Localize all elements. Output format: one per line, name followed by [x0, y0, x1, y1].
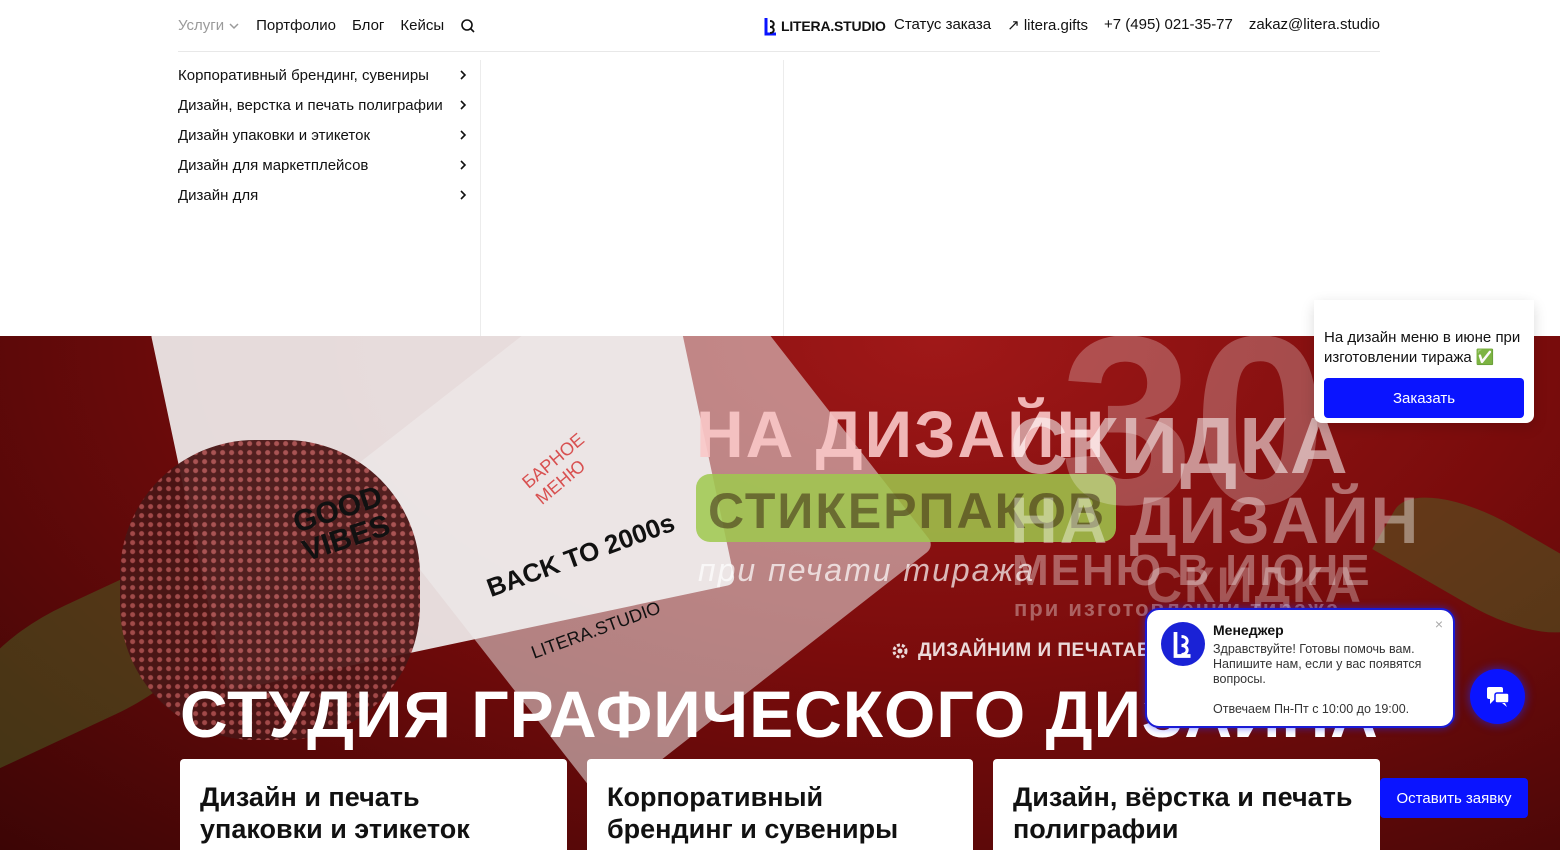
- litera-gifts-label: litera.gifts: [1023, 17, 1089, 34]
- external-link-icon: ↗: [1007, 17, 1024, 34]
- nav-cases[interactable]: Кейсы: [400, 17, 444, 34]
- chevron-down-icon: [229, 22, 239, 29]
- submenu-item-label: Дизайн для маркетплейсов: [178, 156, 369, 174]
- litera-logo-icon: [764, 18, 776, 36]
- close-icon[interactable]: ×: [1435, 616, 1443, 632]
- chat-hours: Отвечаем Пн-Пт с 10:00 до 19:00.: [1213, 702, 1410, 716]
- submenu-item-label: Дизайн для: [178, 186, 259, 204]
- submenu-item-packaging[interactable]: Дизайн упаковки и этикеток: [178, 120, 478, 150]
- services-menu-toggle[interactable]: Услуги: [178, 17, 240, 34]
- service-card-polygraphy[interactable]: Дизайн, вёрстка и печать полиграфии: [993, 759, 1380, 850]
- order-button[interactable]: Заказать: [1324, 378, 1524, 418]
- submenu-item-label: Корпоративный брендинг, сувениры: [178, 66, 429, 84]
- order-status-link[interactable]: Статус заказа: [894, 16, 991, 34]
- menu-column-divider: [480, 60, 481, 336]
- submenu-item-design-for[interactable]: Дизайн для: [178, 180, 478, 210]
- chevron-right-icon: [460, 70, 467, 80]
- service-cards: Дизайн и печать упаковки и этикеток Корп…: [180, 759, 1380, 850]
- litera-logo-icon: [1173, 632, 1191, 658]
- service-card-packaging[interactable]: Дизайн и печать упаковки и этикеток: [180, 759, 567, 850]
- service-card-branding[interactable]: Корпоративный брендинг и сувениры: [587, 759, 973, 850]
- phone-link[interactable]: +7 (495) 021-35-77: [1104, 16, 1233, 34]
- main-nav: Услуги Портфолио Блог Кейсы: [178, 17, 476, 34]
- services-submenu: Корпоративный брендинг, сувениры Дизайн,…: [178, 60, 478, 210]
- nav-portfolio[interactable]: Портфолио: [256, 17, 336, 34]
- logo-text: LITERA.STUDIO: [781, 18, 886, 34]
- service-card-title: Корпоративный брендинг и сувениры: [607, 782, 899, 844]
- promo-line-skidka: СКИДКА: [1010, 401, 1350, 490]
- chevron-right-icon: [460, 190, 467, 200]
- litera-gifts-link[interactable]: ↗ litera.gifts: [1007, 16, 1088, 34]
- submenu-item-label: Дизайн, верстка и печать полиграфии: [178, 96, 443, 114]
- leave-request-button[interactable]: Оставить заявку: [1380, 778, 1528, 818]
- nav-blog[interactable]: Блог: [352, 17, 384, 34]
- service-card-title: Дизайн, вёрстка и печать полиграфии: [1013, 782, 1353, 844]
- site-logo[interactable]: LITERA.STUDIO: [764, 16, 886, 36]
- chat-bubbles-icon: [1486, 686, 1510, 707]
- email-link[interactable]: zakaz@litera.studio: [1249, 16, 1380, 34]
- top-navigation: Услуги Портфолио Блог Кейсы LITERA.STUDI…: [178, 0, 1380, 52]
- promo-line-print: при печати тиража: [698, 552, 1036, 588]
- mega-menu-panel: Услуги Портфолио Блог Кейсы LITERA.STUDI…: [0, 0, 1560, 336]
- submenu-item-marketplaces[interactable]: Дизайн для маркетплейсов: [178, 150, 478, 180]
- chat-open-button[interactable]: [1470, 669, 1525, 724]
- chevron-right-icon: [460, 130, 467, 140]
- services-label: Услуги: [178, 17, 225, 34]
- header-contacts: Статус заказа ↗ litera.gifts +7 (495) 02…: [894, 16, 1380, 34]
- submenu-item-branding[interactable]: Корпоративный брендинг, сувениры: [178, 60, 478, 90]
- menu-panel-overlap: [1314, 300, 1534, 326]
- manager-avatar: [1161, 622, 1205, 666]
- menu-column-divider: [783, 60, 784, 336]
- hero-subtitle: ДИЗАЙНИМ И ПЕЧАТАЕМ Н: [890, 640, 1186, 662]
- promo-text: На дизайн меню в июне при изготовлении т…: [1324, 329, 1521, 366]
- submenu-item-polygraphy[interactable]: Дизайн, верстка и печать полиграфии: [178, 90, 478, 120]
- chat-message: Здравствуйте! Готовы помочь вам. Напишит…: [1213, 642, 1422, 686]
- chat-popup: Менеджер Здравствуйте! Готовы помочь вам…: [1145, 608, 1455, 728]
- chevron-right-icon: [460, 160, 467, 170]
- service-card-title: Дизайн и печать упаковки и этикеток: [200, 782, 470, 844]
- search-icon[interactable]: [460, 18, 476, 34]
- submenu-item-label: Дизайн упаковки и этикеток: [178, 126, 371, 144]
- gear-icon: [892, 643, 908, 659]
- manager-name: Менеджер: [1213, 622, 1284, 638]
- chevron-right-icon: [460, 100, 467, 110]
